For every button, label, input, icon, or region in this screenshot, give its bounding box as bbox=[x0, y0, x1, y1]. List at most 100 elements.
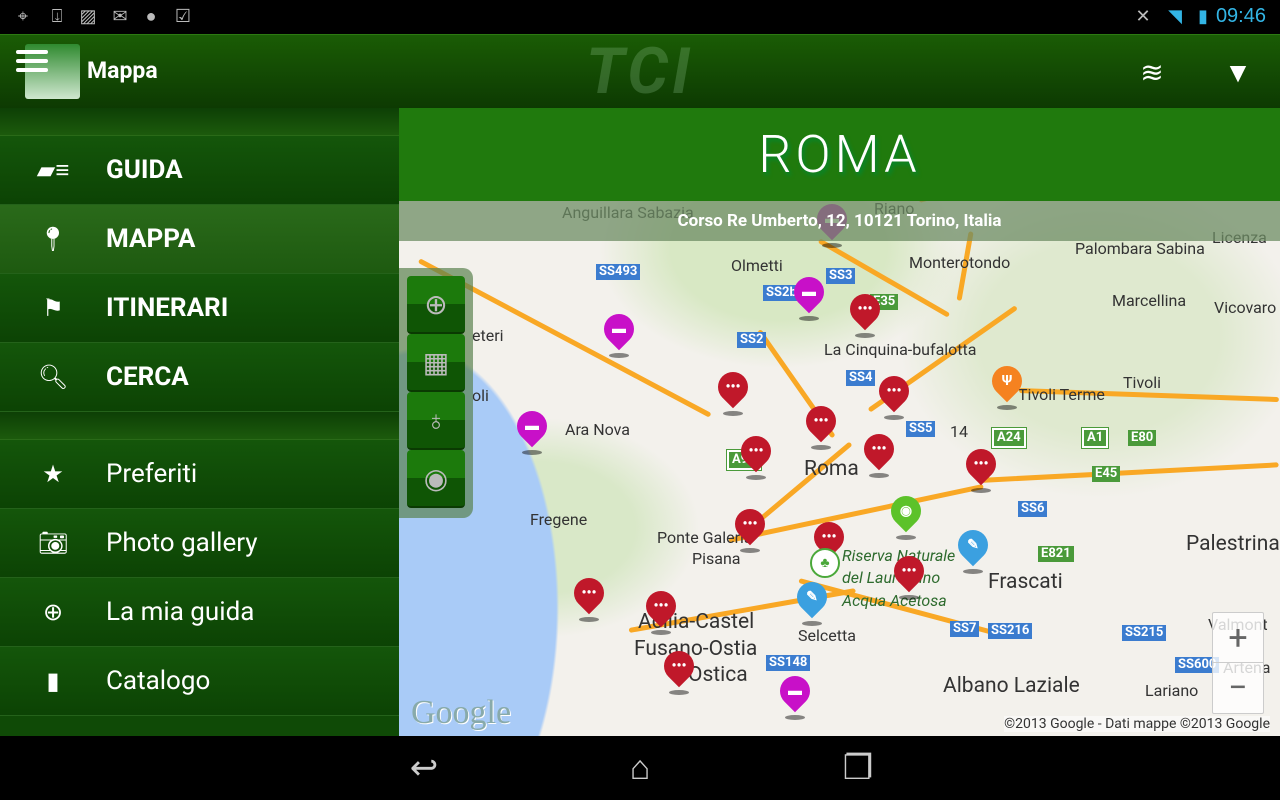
road-shield: SS148 bbox=[766, 655, 811, 671]
map-marker-info[interactable]: ✎ bbox=[790, 575, 834, 626]
map-marker-generic[interactable]: ••• bbox=[711, 365, 755, 416]
map-place-label: Frascati bbox=[988, 570, 1063, 594]
map-marker-generic[interactable]: ••• bbox=[857, 427, 901, 478]
drawer-item-photo-gallery[interactable]: 📷︎ Photo gallery bbox=[0, 509, 399, 578]
search-icon: 🔍︎ bbox=[37, 363, 69, 391]
map-marker-generic[interactable]: ••• bbox=[799, 399, 843, 450]
road-shield: SS4 bbox=[846, 370, 876, 386]
map-marker-generic[interactable]: ••• bbox=[872, 369, 916, 420]
map-place-label: Fusano-Ostia bbox=[634, 637, 758, 661]
map-place-label: Tivoli bbox=[1123, 373, 1161, 392]
map-road bbox=[757, 441, 853, 523]
map-place-label: Palestrina bbox=[1186, 532, 1280, 556]
road-shield: SS215 bbox=[1122, 625, 1167, 641]
google-logo: Google bbox=[411, 694, 512, 731]
drawer-item-mappa[interactable]: 📍︎ MAPPA bbox=[0, 205, 399, 274]
action-bar: TCI Mappa ≋ ▼ bbox=[0, 34, 1280, 109]
map-marker-restaurant[interactable]: Ψ bbox=[985, 359, 1029, 410]
market-icon: ☑ bbox=[174, 6, 192, 27]
map-place-label: Ara Nova bbox=[565, 420, 630, 439]
map-place-label: Vicovaro bbox=[1214, 298, 1277, 317]
download-icon: ⍗ bbox=[51, 6, 63, 27]
layers-icon[interactable]: ≋ bbox=[1132, 53, 1172, 93]
map-marker-viewpoint[interactable]: ◉ bbox=[884, 489, 928, 540]
clock: 09:46 bbox=[1215, 5, 1266, 27]
map-place-label: Marcellina bbox=[1112, 291, 1187, 310]
drawer-item-itinerari[interactable]: ⚑ ITINERARI bbox=[0, 274, 399, 343]
map-copyright: ©2013 Google - Dati mappe ©2013 Google bbox=[1004, 716, 1270, 732]
add-pin-icon[interactable]: ♁ bbox=[407, 392, 465, 450]
road-shield: E45 bbox=[1092, 466, 1121, 482]
road-shield: A24 bbox=[991, 427, 1027, 449]
map-place-label: Fregene bbox=[530, 510, 588, 529]
road-shield: SS2 bbox=[737, 332, 767, 348]
gallery-icon: ▨ bbox=[79, 6, 97, 27]
guide-icon: ▰≡ bbox=[36, 155, 70, 184]
map-marker-hotel[interactable]: ▬ bbox=[787, 270, 831, 321]
map-type-icon[interactable]: ▦ bbox=[407, 334, 465, 392]
drawer-item-la-mia-guida[interactable]: ⊕ La mia guida bbox=[0, 578, 399, 647]
filter-icon[interactable]: ▼ bbox=[1218, 53, 1258, 93]
drawer-item-preferiti[interactable]: ★ Preferiti bbox=[0, 440, 399, 509]
star-icon: ★ bbox=[42, 460, 64, 488]
road-shield: SS7 bbox=[950, 621, 980, 637]
map-marker-info[interactable]: ✎ bbox=[951, 523, 995, 574]
map-marker-generic[interactable]: ••• bbox=[887, 549, 931, 600]
map-marker-generic[interactable]: ••• bbox=[734, 429, 778, 480]
map-place-label: Selcetta bbox=[798, 626, 856, 645]
road-shield: SS3 bbox=[826, 268, 856, 284]
drawer-divider bbox=[0, 412, 399, 440]
map-marker-generic[interactable]: ••• bbox=[843, 287, 887, 338]
mute-icon: ✕ bbox=[1135, 6, 1151, 27]
map-marker-hotel[interactable]: ▬ bbox=[510, 404, 554, 455]
road-shield: E821 bbox=[1038, 546, 1074, 562]
gps-icon: ⌖ bbox=[17, 6, 29, 27]
drawer-item-cerca[interactable]: 🔍︎ CERCA bbox=[0, 343, 399, 412]
battery-icon: ▮ bbox=[1198, 6, 1208, 27]
drawer-item-catalogo[interactable]: ▮ Catalogo bbox=[0, 647, 399, 716]
map-place-label: Roma bbox=[804, 457, 859, 481]
status-bar: ⌖ ⍗ ▨ ✉ ● ☑ ✕ ◥ ▮ 09:46 bbox=[0, 0, 1280, 34]
map-marker-hotel[interactable]: ▬ bbox=[597, 307, 641, 358]
map-place-label: Tivoli Terme bbox=[1018, 385, 1105, 404]
zoom-controls: + − bbox=[1212, 612, 1264, 714]
map-place-label: Lariano bbox=[1145, 681, 1199, 700]
map-marker-park[interactable]: ♣ bbox=[803, 541, 847, 588]
road-shield: SS216 bbox=[988, 623, 1033, 639]
locate-icon[interactable]: ⊕ bbox=[407, 276, 465, 334]
map-marker-generic[interactable]: ••• bbox=[728, 502, 772, 553]
road-shield: E80 bbox=[1128, 430, 1157, 446]
home-icon[interactable]: ⌂ bbox=[610, 748, 670, 788]
address-bar: Corso Re Umberto, 12, 10121 Torino, Ital… bbox=[399, 201, 1280, 241]
map-place-label: Palombara Sabina bbox=[1075, 239, 1205, 258]
map-place-label: Ostica bbox=[688, 663, 748, 687]
map-marker-generic[interactable]: ••• bbox=[567, 571, 611, 622]
map-place-label: eteri bbox=[472, 326, 504, 345]
zoom-in-button[interactable]: + bbox=[1213, 613, 1263, 663]
map-pin-icon: 📍︎ bbox=[37, 225, 69, 253]
road-shield: SS493 bbox=[596, 264, 641, 280]
map-marker-generic[interactable]: ••• bbox=[959, 442, 1003, 493]
menu-icon[interactable] bbox=[16, 50, 48, 77]
map-place-label: oli bbox=[472, 386, 489, 405]
city-title: ROMA bbox=[399, 108, 1280, 201]
camera-icon: 📷︎ bbox=[37, 529, 69, 557]
map-place-label: 14 bbox=[950, 422, 968, 441]
map-marker-hotel[interactable]: ▬ bbox=[773, 669, 817, 720]
map-tools: ⊕ ▦ ♁ ◉ bbox=[399, 268, 473, 518]
map-marker-generic[interactable]: ••• bbox=[639, 584, 683, 635]
zoom-out-button[interactable]: − bbox=[1213, 663, 1263, 713]
navigation-drawer: ▰≡ GUIDA 📍︎ MAPPA ⚑ ITINERARI 🔍︎ CERCA ★ Pref… bbox=[0, 108, 399, 736]
map-panel: Anguillara SabaziaRianoOlmettiMonteroton… bbox=[399, 108, 1280, 736]
android-icon: ● bbox=[145, 6, 157, 27]
wifi-icon: ◥ bbox=[1168, 6, 1182, 27]
pin-plus-icon: ⊕ bbox=[42, 598, 64, 626]
eye-icon[interactable]: ◉ bbox=[407, 450, 465, 508]
drawer-item-guida[interactable]: ▰≡ GUIDA bbox=[0, 136, 399, 205]
recent-apps-icon[interactable]: ❐ bbox=[828, 748, 888, 788]
map-marker-generic[interactable]: ••• bbox=[657, 644, 701, 695]
road-shield: SS5 bbox=[906, 421, 936, 437]
back-icon[interactable]: ↩ bbox=[394, 748, 454, 788]
signpost-icon: ⚑ bbox=[42, 294, 64, 322]
page-title: Mappa bbox=[87, 57, 158, 84]
